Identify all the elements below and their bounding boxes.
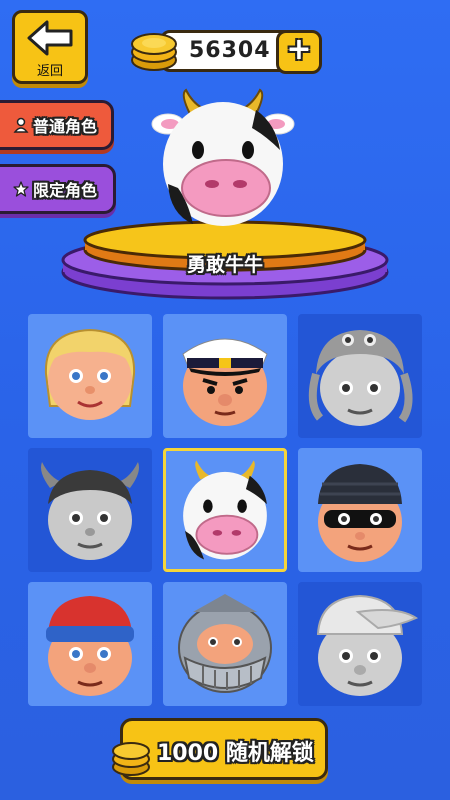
character-slot[interactable]: [163, 582, 287, 706]
character-slot-selected[interactable]: [163, 448, 287, 572]
octopus-hat-icon: [308, 330, 413, 426]
unlock-cost: 1000: [157, 741, 219, 766]
blonde-girl-icon: [44, 328, 136, 420]
back-label: 返回: [36, 64, 63, 79]
coin-stack-icon: [112, 742, 150, 776]
red-beanie-icon: [46, 596, 134, 696]
unlock-text: 随机解锁: [225, 741, 314, 766]
robber-icon: [318, 464, 402, 562]
coin-stack-icon: [131, 33, 177, 71]
character-slot[interactable]: [28, 582, 152, 706]
add-coins-button[interactable]: +: [276, 30, 322, 74]
tab-label: 限定角色: [33, 181, 98, 200]
character-slot[interactable]: [163, 314, 287, 438]
back-button[interactable]: 返回: [12, 10, 88, 84]
character-slot[interactable]: [298, 448, 422, 572]
character-slot[interactable]: [28, 448, 152, 572]
knight-helmet-icon: [178, 594, 272, 693]
character-grid: [28, 314, 422, 706]
cow-icon: [183, 460, 267, 560]
arrow-left-icon: [27, 20, 73, 56]
star-icon: [13, 181, 29, 197]
tab-normal-characters[interactable]: 普通角色: [0, 100, 114, 150]
unlock-label: 1000 随机解锁: [157, 735, 314, 767]
tab-limited-characters[interactable]: 限定角色: [0, 164, 116, 214]
viking-icon: [41, 462, 139, 560]
coin-count: 56304: [189, 38, 271, 63]
tab-label: 普通角色: [33, 117, 98, 136]
character-slot[interactable]: [28, 314, 152, 438]
hero-cow-character: [151, 88, 295, 226]
character-slot[interactable]: [298, 582, 422, 706]
person-icon: [13, 117, 29, 133]
captain-icon: [182, 338, 268, 426]
random-unlock-button[interactable]: 1000 随机解锁: [112, 718, 328, 780]
character-slot[interactable]: [298, 314, 422, 438]
hero-name: 勇敢牛牛: [186, 254, 263, 276]
plus-icon: +: [286, 32, 312, 67]
cap-boy-icon: [316, 594, 419, 696]
